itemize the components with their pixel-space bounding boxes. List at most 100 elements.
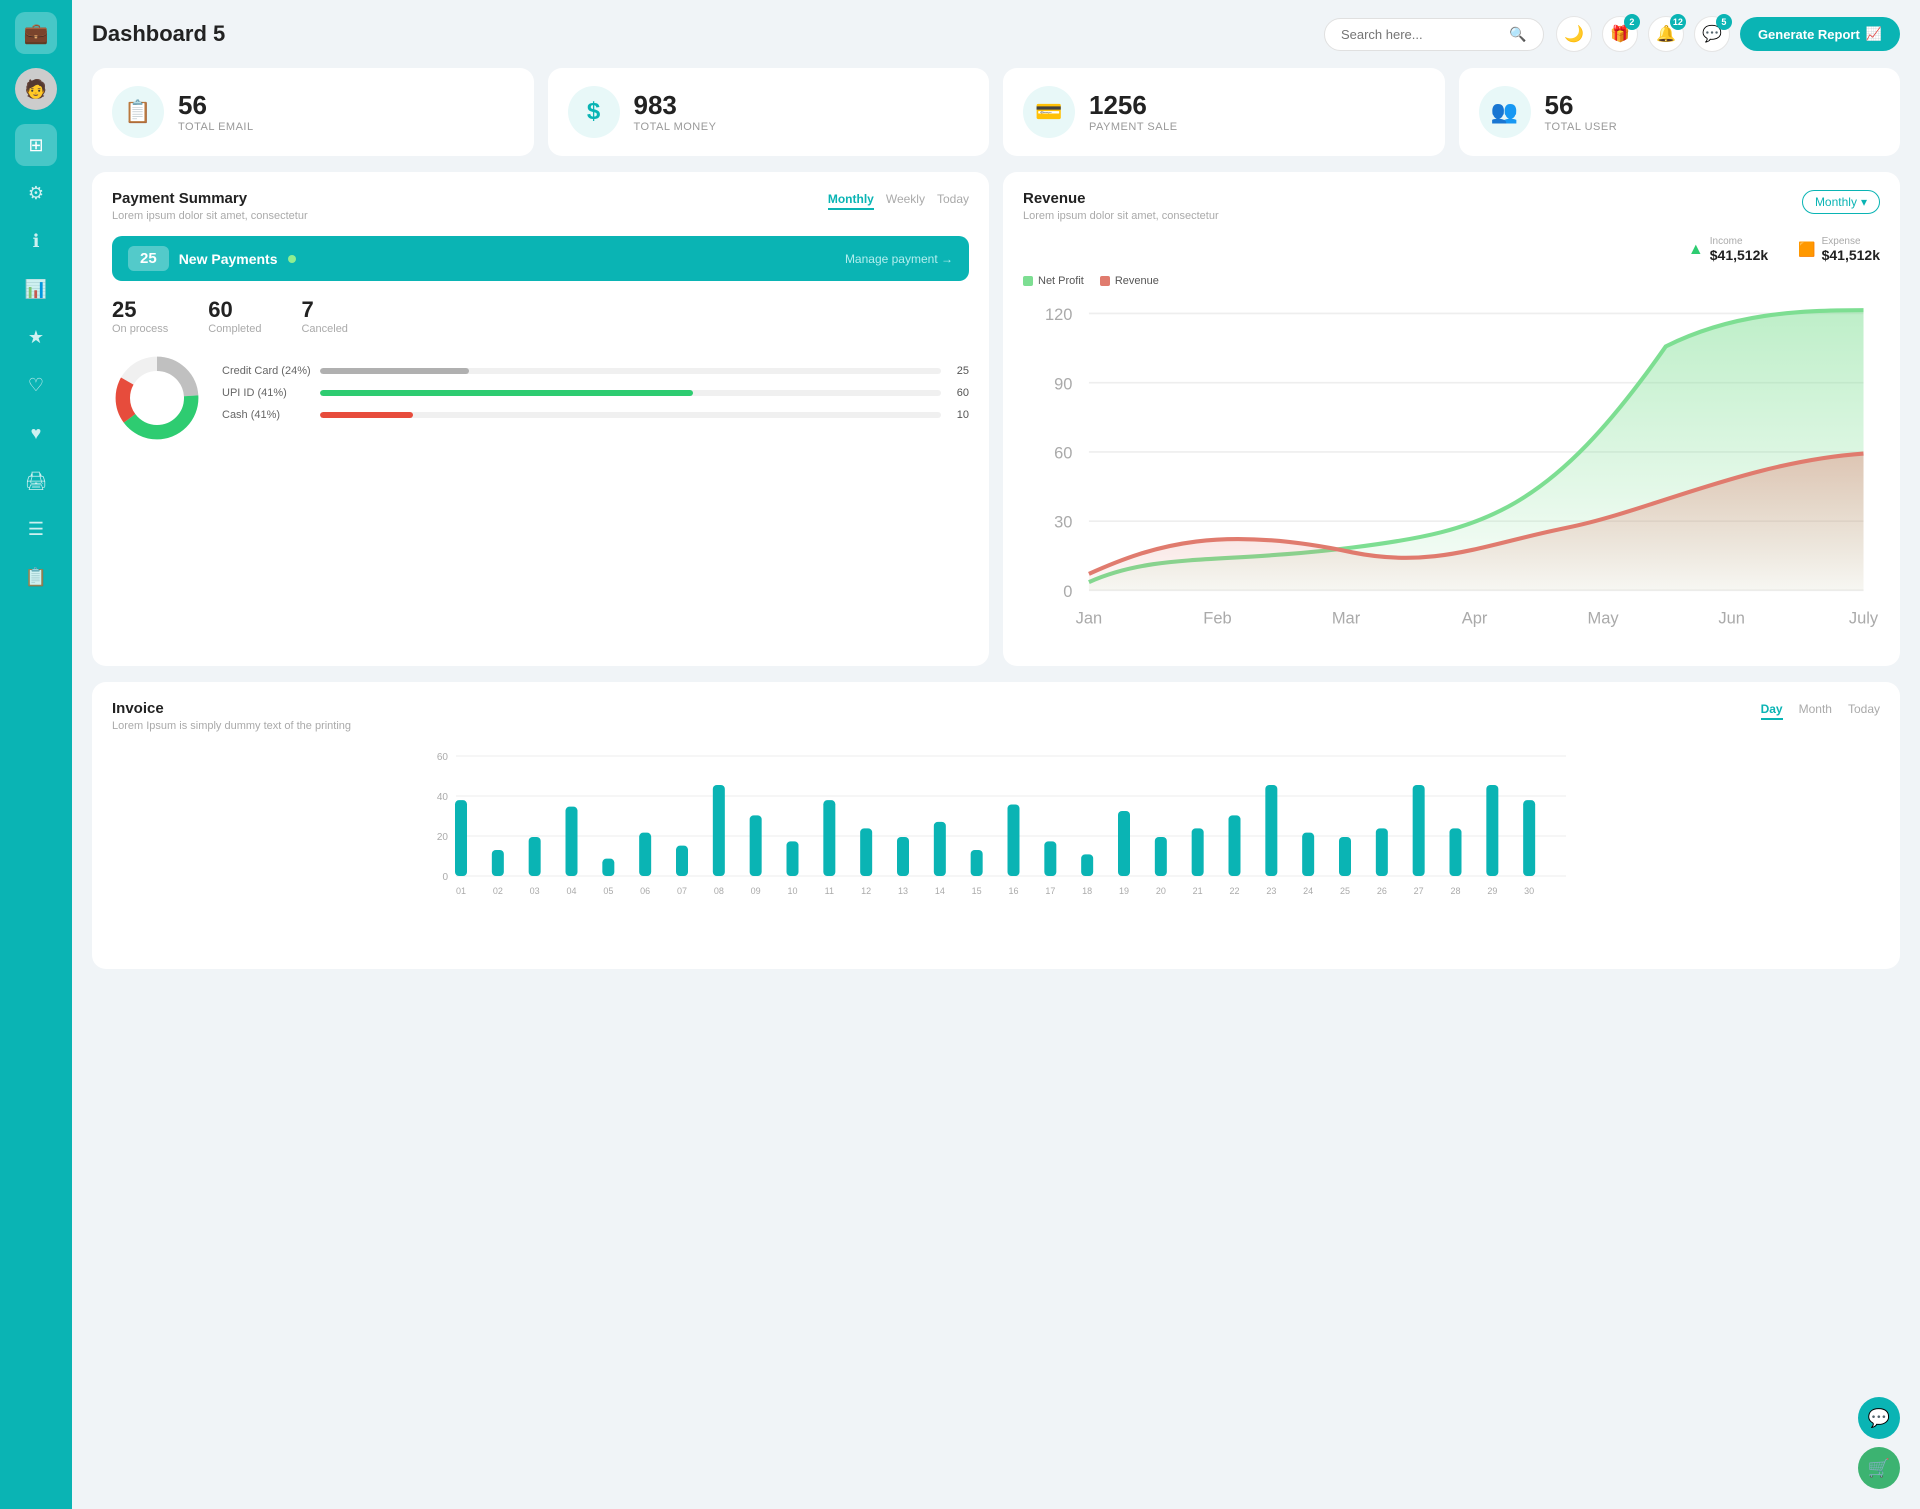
- chevron-down-icon: ▾: [1861, 195, 1867, 209]
- sidebar-item-list[interactable]: ☰: [15, 508, 57, 550]
- revenue-label: Revenue: [1115, 275, 1159, 287]
- revenue-legend: Net Profit Revenue: [1023, 275, 1880, 287]
- svg-text:120: 120: [1045, 306, 1072, 324]
- x-label-30: 30: [1524, 886, 1534, 896]
- sidebar-item-chart[interactable]: 📊: [15, 268, 57, 310]
- expense-val: $41,512k: [1822, 247, 1880, 263]
- x-label-27: 27: [1414, 886, 1424, 896]
- generate-report-button[interactable]: Generate Report 📈: [1740, 17, 1900, 51]
- manage-payment-link[interactable]: Manage payment →: [845, 252, 953, 266]
- revenue-card: Revenue Lorem ipsum dolor sit amet, cons…: [1003, 172, 1900, 666]
- search-input[interactable]: [1341, 27, 1501, 42]
- revenue-monthly-btn[interactable]: Monthly ▾: [1802, 190, 1880, 214]
- x-label-26: 26: [1377, 886, 1387, 896]
- generate-label: Generate Report: [1758, 27, 1860, 42]
- sidebar-item-heart1[interactable]: ♡: [15, 364, 57, 406]
- x-label-13: 13: [898, 886, 908, 896]
- x-label-16: 16: [1008, 886, 1018, 896]
- x-label-01: 01: [456, 886, 466, 896]
- page-title: Dashboard 5: [92, 21, 1324, 47]
- sidebar-item-heart2[interactable]: ♥: [15, 412, 57, 454]
- income-meta: ▲ Income $41,512k: [1688, 236, 1768, 263]
- svg-text:Apr: Apr: [1462, 609, 1488, 627]
- new-payments-bar: 25 New Payments Manage payment →: [112, 236, 969, 281]
- upi-val: 60: [949, 387, 969, 399]
- sidebar-item-star[interactable]: ★: [15, 316, 57, 358]
- email-number: 56: [178, 92, 254, 118]
- sidebar-item-print[interactable]: 🖨: [15, 460, 57, 502]
- tab-today-invoice[interactable]: Today: [1848, 700, 1880, 720]
- chat-btn[interactable]: 💬 5: [1694, 16, 1730, 52]
- new-payments-count: 25: [128, 246, 169, 271]
- bar-27: [1413, 785, 1425, 876]
- svg-text:0: 0: [1063, 583, 1072, 601]
- email-label: TOTAL EMAIL: [178, 121, 254, 133]
- bar-09: [750, 815, 762, 876]
- sidebar-logo[interactable]: 💼: [15, 12, 57, 54]
- ps-canceled-num: 7: [301, 297, 347, 323]
- bar-30: [1523, 800, 1535, 876]
- ps-completed-num: 60: [208, 297, 261, 323]
- support-float-btn[interactable]: 💬: [1858, 1397, 1900, 1439]
- bar-23: [1265, 785, 1277, 876]
- sidebar-item-doc[interactable]: 📋: [15, 556, 57, 598]
- active-dot: [288, 255, 296, 263]
- cash-label: Cash (41%): [222, 409, 312, 421]
- sidebar-item-info[interactable]: ℹ: [15, 220, 57, 262]
- tab-month-invoice[interactable]: Month: [1799, 700, 1832, 720]
- tab-day-invoice[interactable]: Day: [1761, 700, 1783, 720]
- upi-label: UPI ID (41%): [222, 387, 312, 399]
- money-label: TOTAL MONEY: [634, 121, 717, 133]
- bar-10: [787, 841, 799, 876]
- payment-icon: 💳: [1023, 86, 1075, 138]
- bar-07: [676, 846, 688, 876]
- sidebar-item-settings[interactable]: ⚙: [15, 172, 57, 214]
- payment-number: 1256: [1089, 92, 1178, 118]
- ps-on-process: 25 On process: [112, 297, 168, 335]
- x-label-12: 12: [861, 886, 871, 896]
- cart-float-btn[interactable]: 🛒: [1858, 1447, 1900, 1489]
- credit-card-label: Credit Card (24%): [222, 365, 312, 377]
- expense-meta: 🟧 Expense $41,512k: [1798, 236, 1880, 263]
- credit-card-fill: [320, 368, 469, 374]
- tab-monthly-payment[interactable]: Monthly: [828, 190, 874, 210]
- x-label-14: 14: [935, 886, 945, 896]
- stat-card-email: 📋 56 TOTAL EMAIL: [92, 68, 534, 156]
- avatar[interactable]: 🧑: [15, 68, 57, 110]
- payment-label: PAYMENT SALE: [1089, 121, 1178, 133]
- header-actions: 🌙 🎁 2 🔔 12 💬 5 Generate Report 📈: [1556, 16, 1900, 52]
- invoice-card: Invoice Lorem Ipsum is simply dummy text…: [92, 682, 1900, 969]
- tab-today-payment[interactable]: Today: [937, 190, 969, 210]
- svg-text:40: 40: [437, 792, 449, 803]
- tab-weekly-payment[interactable]: Weekly: [886, 190, 925, 210]
- credit-card-val: 25: [949, 365, 969, 377]
- sidebar-item-dashboard[interactable]: ⊞: [15, 124, 57, 166]
- bar-28: [1450, 828, 1462, 876]
- x-label-19: 19: [1119, 886, 1129, 896]
- payment-method-bars: Credit Card (24%) 25 UPI ID (41%) 60: [222, 365, 969, 431]
- user-icon: 👥: [1479, 86, 1531, 138]
- theme-toggle-btn[interactable]: 🌙: [1556, 16, 1592, 52]
- search-icon[interactable]: 🔍: [1509, 26, 1526, 43]
- bar-16: [1008, 805, 1020, 877]
- bar-13: [897, 837, 909, 876]
- x-label-10: 10: [787, 886, 797, 896]
- income-label: Income: [1710, 236, 1768, 247]
- revenue-legend-item: Revenue: [1100, 275, 1159, 287]
- bell-btn[interactable]: 🔔 12: [1648, 16, 1684, 52]
- search-bar[interactable]: 🔍: [1324, 18, 1544, 51]
- bell-badge: 12: [1670, 14, 1686, 30]
- bar-credit-card: Credit Card (24%) 25: [222, 365, 969, 377]
- invoice-tabs: Day Month Today: [1761, 700, 1880, 720]
- invoice-subtitle: Lorem Ipsum is simply dummy text of the …: [112, 720, 351, 732]
- invoice-bar-chart: 60 40 20 0 01020304050607080910111213141…: [112, 746, 1880, 946]
- gift-btn[interactable]: 🎁 2: [1602, 16, 1638, 52]
- x-label-11: 11: [825, 886, 834, 896]
- revenue-title: Revenue: [1023, 190, 1219, 207]
- bar-04: [566, 807, 578, 876]
- monthly-label: Monthly: [1815, 195, 1857, 209]
- stat-card-payment: 💳 1256 PAYMENT SALE: [1003, 68, 1445, 156]
- new-payments-label: New Payments: [179, 251, 278, 267]
- bar-19: [1118, 811, 1130, 876]
- bar-18: [1081, 854, 1093, 876]
